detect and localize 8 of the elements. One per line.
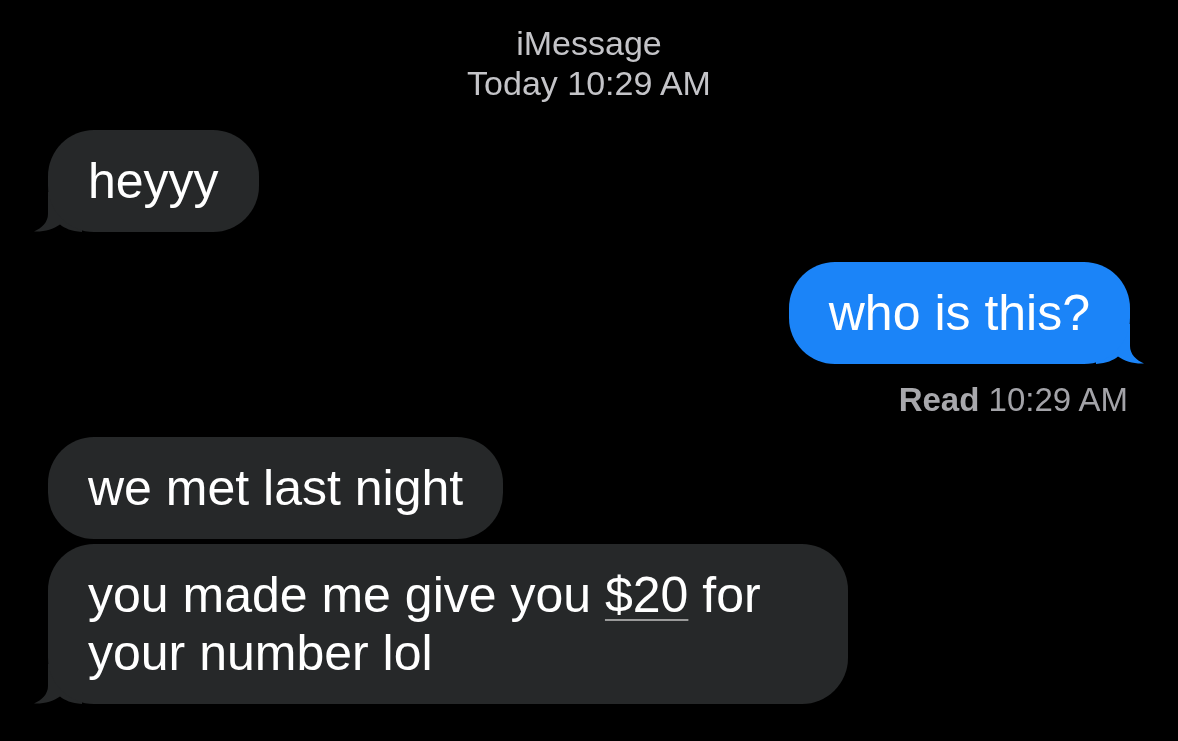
amount-link[interactable]: $20: [604, 567, 689, 623]
read-receipt: Read 10:29 AM: [898, 380, 1128, 420]
message-bubble: who is this?: [788, 262, 1130, 364]
conversation-timestamp: Today 10:29 AM: [467, 63, 711, 103]
service-label: iMessage: [516, 23, 662, 63]
message-bubble: heyyy: [48, 130, 259, 232]
message-bubble: you made me give you $20 for your number lol: [48, 544, 848, 704]
message-bubble: we met last night: [48, 437, 504, 539]
